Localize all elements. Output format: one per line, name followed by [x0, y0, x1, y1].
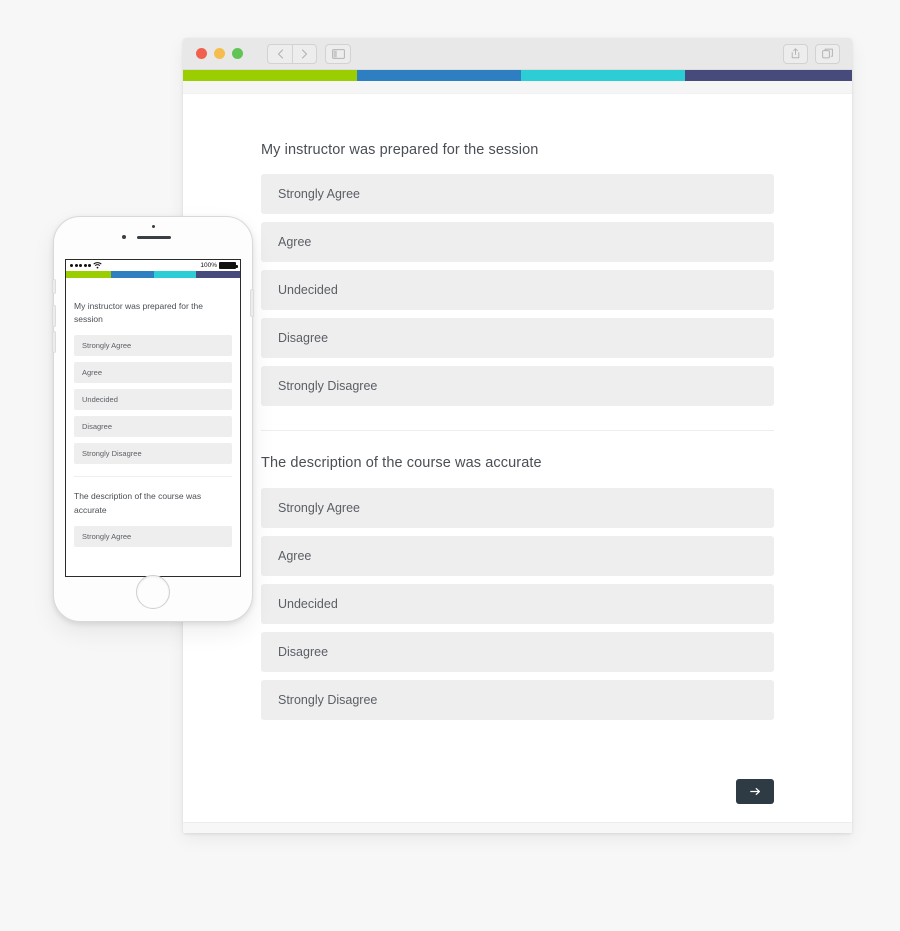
option-undecided[interactable]: Undecided — [261, 583, 774, 624]
option-label: Strongly Agree — [82, 341, 132, 351]
share-button[interactable] — [783, 43, 808, 64]
browser-window: My instructor was prepared for the sessi… — [183, 38, 852, 833]
question-title: My instructor was prepared for the sessi… — [74, 301, 203, 325]
phone-power-button — [250, 289, 254, 317]
question-options: Strongly Agree Agree Undecided Disagree … — [261, 174, 774, 407]
phone-survey-question-1: My instructor was prepared for the sessi… — [74, 300, 232, 465]
option-label: Strongly Agree — [278, 500, 360, 515]
option-label: Disagree — [82, 422, 113, 432]
option-label: Undecided — [278, 596, 338, 611]
option-strongly-agree[interactable]: Strongly Agree — [261, 174, 774, 215]
phone-brand-color-bar — [66, 271, 240, 278]
zoom-window-button[interactable] — [232, 48, 243, 59]
question-divider — [74, 476, 232, 478]
proximity-sensor-icon — [152, 225, 155, 228]
option-label: Undecided — [278, 283, 338, 298]
phone-screen: 100% My instructor was prepared for the … — [65, 259, 241, 577]
option-label: Strongly Agree — [82, 531, 132, 541]
brand-color-bar — [183, 70, 852, 81]
browser-title-bar — [183, 38, 852, 70]
minimize-window-button[interactable] — [214, 48, 225, 59]
question-title: My instructor was prepared for the sessi… — [261, 142, 539, 158]
option-strongly-disagree[interactable]: Strongly Disagree — [261, 366, 774, 407]
color-bar-segment-green — [66, 271, 112, 278]
chevron-right-icon — [301, 48, 308, 59]
sidebar-icon — [331, 48, 345, 59]
color-bar-segment-blue — [356, 70, 521, 81]
next-button[interactable] — [736, 779, 774, 804]
arrow-right-icon — [749, 788, 760, 795]
survey-question-2: The description of the course was accura… — [261, 453, 774, 720]
window-traffic-lights — [196, 48, 243, 59]
phone-mockup: 100% My instructor was prepared for the … — [52, 216, 254, 622]
phone-top-bezel — [54, 217, 252, 259]
option-strongly-agree[interactable]: Strongly Agree — [261, 487, 774, 528]
share-icon — [791, 48, 800, 59]
survey-question-1: My instructor was prepared for the sessi… — [261, 140, 774, 407]
survey-page-body: My instructor was prepared for the sessi… — [183, 94, 852, 833]
color-bar-segment-indigo — [196, 271, 240, 278]
phone-mute-switch — [52, 279, 56, 294]
option-agree[interactable]: Agree — [261, 222, 774, 263]
color-bar-segment-cyan — [520, 70, 685, 81]
phone-survey-question-2: The description of the course was accura… — [74, 490, 232, 547]
option-label: Agree — [278, 548, 312, 563]
option-disagree[interactable]: Disagree — [261, 631, 774, 672]
option-label: Strongly Disagree — [82, 449, 142, 459]
phone-home-button[interactable] — [136, 575, 170, 609]
browser-window-footer — [183, 822, 852, 833]
survey-footer — [736, 779, 774, 804]
option-label: Strongly Agree — [278, 187, 360, 202]
tabs-icon — [822, 48, 833, 59]
question-title: The description of the course was accura… — [261, 455, 542, 472]
back-button[interactable] — [267, 43, 292, 64]
toggle-sidebar-button[interactable] — [325, 43, 351, 64]
option-label: Strongly Disagree — [278, 379, 378, 394]
option-undecided[interactable]: Undecided — [261, 270, 774, 311]
option-disagree[interactable]: Disagree — [261, 318, 774, 359]
option-label: Disagree — [278, 331, 329, 346]
phone-volume-down — [52, 331, 56, 353]
option-agree[interactable]: Agree — [74, 362, 232, 384]
color-bar-segment-blue — [111, 271, 154, 278]
option-undecided[interactable]: Undecided — [74, 389, 232, 411]
phone-status-bar: 100% — [66, 260, 240, 271]
signal-strength-icon — [70, 264, 91, 267]
color-bar-segment-green — [183, 70, 357, 81]
close-window-button[interactable] — [196, 48, 207, 59]
page-top-strip — [183, 81, 852, 94]
chevron-left-icon — [277, 48, 283, 59]
phone-volume-up — [52, 305, 56, 327]
question-divider — [261, 430, 774, 432]
status-bar-right: 100% — [200, 262, 238, 269]
battery-full-icon — [219, 262, 238, 269]
show-tabs-button[interactable] — [815, 43, 840, 64]
earpiece-speaker-icon — [137, 236, 171, 239]
option-strongly-disagree[interactable]: Strongly Disagree — [74, 443, 232, 465]
option-label: Agree — [82, 368, 103, 378]
option-label: Disagree — [278, 644, 329, 659]
option-agree[interactable]: Agree — [261, 535, 774, 576]
front-camera-icon — [122, 235, 126, 239]
battery-percent-label: 100% — [200, 262, 217, 269]
option-strongly-agree[interactable]: Strongly Agree — [74, 525, 232, 547]
option-label: Strongly Disagree — [278, 692, 378, 707]
option-label: Undecided — [82, 395, 118, 405]
status-bar-left — [70, 262, 102, 269]
option-strongly-disagree[interactable]: Strongly Disagree — [261, 679, 774, 720]
forward-button[interactable] — [292, 43, 317, 64]
color-bar-segment-cyan — [153, 271, 197, 278]
option-label: Agree — [278, 235, 312, 250]
option-strongly-agree[interactable]: Strongly Agree — [74, 335, 232, 357]
color-bar-segment-indigo — [684, 70, 852, 81]
phone-survey-body: My instructor was prepared for the sessi… — [66, 278, 240, 547]
question-title: The description of the course was accura… — [74, 491, 202, 515]
wifi-icon — [93, 262, 102, 269]
question-options: Strongly Agree Agree Undecided Disagree … — [261, 487, 774, 720]
option-disagree[interactable]: Disagree — [74, 416, 232, 438]
browser-navigation-group — [267, 43, 351, 64]
browser-toolbar-right — [783, 43, 840, 64]
